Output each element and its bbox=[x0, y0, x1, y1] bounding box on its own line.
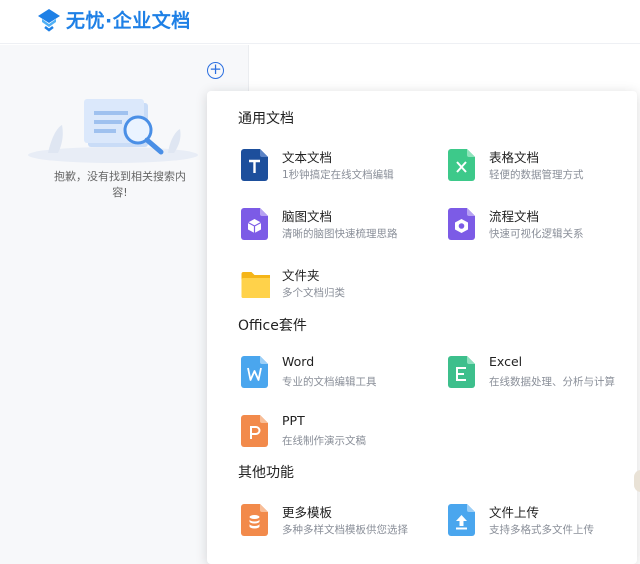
item-desc: 在线制作演示文稿 bbox=[282, 435, 366, 447]
plus-circle-icon: + bbox=[209, 60, 222, 78]
item-desc: 多种多样文档模板供您选择 bbox=[282, 524, 408, 536]
item-name: 脑图文档 bbox=[282, 209, 333, 224]
item-desc: 在线数据处理、分析与计算 bbox=[489, 376, 615, 388]
logo-text: 无忧·企业文档 bbox=[66, 10, 191, 32]
item-name: 文本文档 bbox=[282, 150, 333, 165]
section-title-general: 通用文档 bbox=[238, 111, 294, 127]
item-name: 表格文档 bbox=[489, 150, 540, 165]
menu-item-sheet-doc[interactable]: 表格文档 轻便的数据管理方式 bbox=[445, 146, 635, 186]
menu-item-mindmap-doc[interactable]: 脑图文档 清晰的脑图快速梳理思路 bbox=[238, 205, 428, 245]
menu-item-word[interactable]: Word 专业的文档编辑工具 bbox=[238, 353, 428, 393]
item-desc: 清晰的脑图快速梳理思路 bbox=[282, 228, 398, 240]
item-name: 更多模板 bbox=[282, 505, 333, 520]
menu-item-text-doc[interactable]: 文本文档 1秒钟搞定在线文档编辑 bbox=[238, 146, 428, 186]
menu-item-flow-doc[interactable]: 流程文档 快速可视化逻辑关系 bbox=[445, 205, 635, 245]
top-bar: 无忧·企业文档 bbox=[0, 0, 640, 44]
item-name: PPT bbox=[282, 413, 305, 428]
add-document-button[interactable]: + bbox=[207, 62, 224, 79]
item-name: Word bbox=[282, 354, 315, 369]
item-desc: 快速可视化逻辑关系 bbox=[489, 228, 584, 240]
sheet-doc-icon bbox=[448, 149, 475, 181]
item-desc: 多个文档归类 bbox=[282, 287, 345, 299]
excel-doc-icon bbox=[448, 356, 475, 388]
item-name: Excel bbox=[489, 354, 523, 369]
new-document-menu: 通用文档 文本文档 1秒钟搞定在线文档编辑 表格文档 轻便的数据管理方式 脑图文… bbox=[207, 91, 637, 564]
empty-search-illustration bbox=[28, 99, 198, 163]
item-desc: 支持多格式多文件上传 bbox=[489, 524, 594, 536]
menu-item-ppt[interactable]: PPT 在线制作演示文稿 bbox=[238, 412, 428, 452]
item-name: 流程文档 bbox=[489, 209, 540, 224]
section-title-other: 其他功能 bbox=[238, 465, 294, 481]
mindmap-doc-icon bbox=[241, 208, 268, 240]
folder-icon bbox=[241, 272, 270, 298]
item-desc: 1秒钟搞定在线文档编辑 bbox=[282, 169, 394, 181]
item-name: 文件上传 bbox=[489, 505, 540, 520]
logo[interactable]: 无忧·企业文档 bbox=[36, 6, 191, 33]
ppt-doc-icon bbox=[241, 415, 268, 447]
template-icon bbox=[241, 504, 268, 536]
item-name: 文件夹 bbox=[282, 268, 320, 283]
menu-item-file-upload[interactable]: 文件上传 支持多格式多文件上传 bbox=[445, 501, 635, 541]
empty-search-message: 抱歉，没有找到相关搜索内容! bbox=[54, 170, 186, 199]
logo-mark-icon bbox=[38, 8, 60, 32]
menu-item-more-templates[interactable]: 更多模板 多种多样文档模板供您选择 bbox=[238, 501, 428, 541]
menu-item-excel[interactable]: Excel 在线数据处理、分析与计算 bbox=[445, 353, 635, 393]
word-doc-icon bbox=[241, 356, 268, 388]
section-title-office: Office套件 bbox=[238, 318, 307, 334]
upload-icon bbox=[448, 504, 475, 536]
item-desc: 专业的文档编辑工具 bbox=[282, 376, 377, 388]
text-doc-icon bbox=[241, 149, 268, 181]
menu-item-folder[interactable]: 文件夹 多个文档归类 bbox=[238, 264, 428, 304]
item-desc: 轻便的数据管理方式 bbox=[489, 169, 584, 181]
flow-doc-icon bbox=[448, 208, 475, 240]
floating-assistant-button[interactable] bbox=[634, 470, 640, 492]
